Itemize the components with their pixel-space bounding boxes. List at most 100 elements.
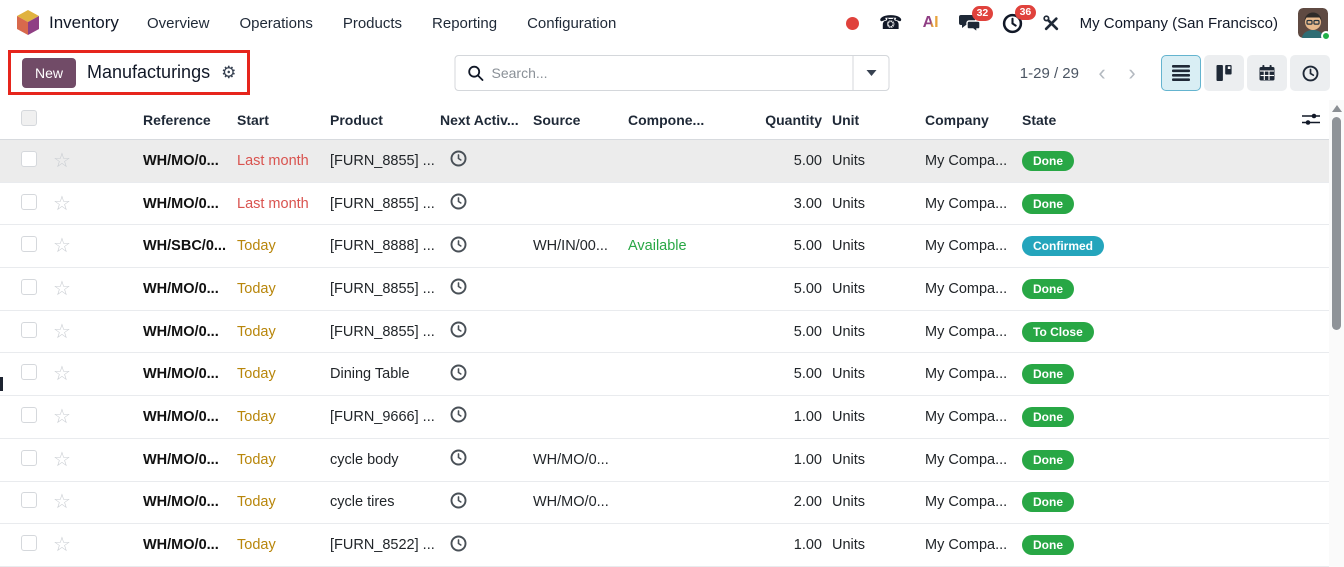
menu-overview[interactable]: Overview	[147, 15, 210, 32]
header-product[interactable]: Product	[327, 112, 437, 128]
header-source[interactable]: Source	[530, 112, 625, 128]
next-activity-clock-icon[interactable]	[450, 364, 467, 381]
next-activity-clock-icon[interactable]	[450, 236, 467, 253]
status-badge: Done	[1022, 406, 1074, 427]
next-activity-clock-icon[interactable]	[450, 449, 467, 466]
favorite-star-icon[interactable]: ☆	[53, 236, 71, 256]
table-row[interactable]: ☆ WH/MO/0... Today [FURN_8522] ... 1.00 …	[0, 524, 1329, 567]
row-checkbox[interactable]	[21, 449, 37, 466]
favorite-star-icon[interactable]: ☆	[53, 194, 71, 214]
header-start[interactable]: Start	[234, 112, 327, 128]
cell-product: [FURN_8855] ...	[330, 323, 435, 340]
table-row[interactable]: ☆ WH/MO/0... Today Dining Table 5.00 Uni…	[0, 353, 1329, 397]
row-checkbox[interactable]	[21, 535, 37, 552]
new-button[interactable]: New	[22, 57, 77, 88]
cell-reference: WH/MO/0...	[143, 280, 219, 297]
next-activity-clock-icon[interactable]	[450, 406, 467, 423]
cell-product: cycle tires	[330, 494, 395, 511]
apps-menu-button[interactable]: Inventory	[16, 10, 119, 36]
row-checkbox[interactable]	[21, 321, 37, 338]
next-activity-clock-icon[interactable]	[450, 278, 467, 295]
header-state[interactable]: State	[1012, 112, 1289, 128]
company-switcher[interactable]: My Company (San Francisco)	[1080, 15, 1278, 32]
cell-unit: Units	[832, 494, 866, 511]
header-next-activity[interactable]: Next Activ...	[437, 112, 530, 128]
header-reference[interactable]: Reference	[140, 112, 234, 128]
activities-clock-icon[interactable]: 36	[1002, 4, 1037, 34]
table-row[interactable]: ☆ WH/MO/0... Today cycle body WH/MO/0...…	[0, 438, 1329, 482]
pager-next-button[interactable]: ›	[1117, 56, 1147, 90]
cell-product: [FURN_8855] ...	[330, 152, 435, 169]
phone-icon[interactable]: ☎	[879, 14, 903, 33]
select-all-checkbox[interactable]	[21, 110, 37, 126]
menu-operations[interactable]: Operations	[239, 15, 312, 32]
status-badge: Done	[1022, 492, 1074, 513]
table-row[interactable]: ☆ WH/SBC/0... Today [FURN_8888] ... WH/I…	[0, 225, 1329, 269]
calendar-view-button[interactable]	[1247, 55, 1287, 91]
table-header-row: Reference Start Product Next Activ... So…	[0, 100, 1329, 140]
status-badge: Done	[1022, 193, 1074, 214]
ai-icon[interactable]: AI	[923, 14, 939, 32]
chevron-down-icon	[866, 70, 876, 76]
table-row[interactable]: ☆ WH/MO/0... Today [FURN_8855] ... 5.00 …	[0, 268, 1329, 311]
row-checkbox[interactable]	[21, 236, 37, 253]
row-checkbox[interactable]	[21, 193, 37, 210]
vertical-scrollbar[interactable]	[1329, 100, 1344, 567]
next-activity-clock-icon[interactable]	[450, 150, 467, 167]
scrollbar-thumb[interactable]	[1332, 117, 1341, 330]
optional-columns-icon[interactable]	[1301, 112, 1320, 127]
favorite-star-icon[interactable]: ☆	[53, 322, 71, 342]
tools-icon[interactable]	[1042, 14, 1060, 32]
header-component[interactable]: Compone...	[625, 112, 740, 128]
cell-start: Today	[237, 451, 276, 468]
cell-quantity: 5.00	[793, 366, 822, 383]
page-title: Manufacturings	[87, 62, 211, 82]
status-badge: Done	[1022, 449, 1074, 470]
favorite-star-icon[interactable]: ☆	[53, 407, 71, 427]
menu-products[interactable]: Products	[343, 15, 402, 32]
cell-quantity: 5.00	[793, 152, 822, 169]
table-row[interactable]: ☆ WH/MO/0... Today [FURN_9666] ... 1.00 …	[0, 396, 1329, 439]
header-unit[interactable]: Unit	[822, 112, 915, 128]
search-input[interactable]	[491, 65, 853, 81]
row-checkbox[interactable]	[21, 278, 37, 295]
menu-reporting[interactable]: Reporting	[432, 15, 497, 32]
list-icon	[1172, 65, 1190, 81]
next-activity-clock-icon[interactable]	[450, 535, 467, 552]
search-dropdown-toggle[interactable]	[852, 56, 889, 90]
favorite-star-icon[interactable]: ☆	[53, 535, 71, 555]
favorite-star-icon[interactable]: ☆	[53, 279, 71, 299]
next-activity-clock-icon[interactable]	[450, 492, 467, 509]
header-quantity[interactable]: Quantity	[740, 112, 822, 128]
cell-product: [FURN_8522] ...	[330, 537, 435, 554]
online-status-dot	[1321, 31, 1331, 41]
messages-icon[interactable]: 32	[958, 6, 994, 32]
header-company[interactable]: Company	[915, 112, 1012, 128]
row-checkbox[interactable]	[21, 406, 37, 423]
row-checkbox[interactable]	[21, 492, 37, 509]
next-activity-clock-icon[interactable]	[450, 321, 467, 338]
row-checkbox[interactable]	[21, 364, 37, 381]
next-activity-clock-icon[interactable]	[450, 193, 467, 210]
table-row[interactable]: ☆ WH/MO/0... Today [FURN_8855] ... 5.00 …	[0, 310, 1329, 354]
cell-company: My Compa...	[925, 494, 1008, 511]
table-row[interactable]: ☆ WH/MO/0... Last month [FURN_8855] ... …	[0, 140, 1329, 183]
pager-previous-button[interactable]: ‹	[1087, 56, 1117, 90]
activity-view-button[interactable]	[1290, 55, 1330, 91]
gear-icon[interactable]: ⚙	[221, 64, 236, 81]
favorite-star-icon[interactable]: ☆	[53, 450, 71, 470]
cell-component: Available	[628, 238, 687, 255]
status-badge: Confirmed	[1022, 236, 1104, 257]
control-panel: New Manufacturings ⚙ 1-29 / 29 ‹ ›	[0, 46, 1344, 100]
favorite-star-icon[interactable]: ☆	[53, 492, 71, 512]
user-avatar[interactable]	[1298, 8, 1331, 41]
favorite-star-icon[interactable]: ☆	[53, 364, 71, 384]
menu-configuration[interactable]: Configuration	[527, 15, 616, 32]
scroll-up-arrow-icon[interactable]	[1332, 105, 1342, 112]
table-row[interactable]: ☆ WH/MO/0... Last month [FURN_8855] ... …	[0, 182, 1329, 226]
list-view-button[interactable]	[1161, 55, 1201, 91]
row-checkbox[interactable]	[21, 150, 37, 167]
table-row[interactable]: ☆ WH/MO/0... Today cycle tires WH/MO/0..…	[0, 481, 1329, 525]
favorite-star-icon[interactable]: ☆	[53, 151, 71, 171]
kanban-view-button[interactable]	[1204, 55, 1244, 91]
